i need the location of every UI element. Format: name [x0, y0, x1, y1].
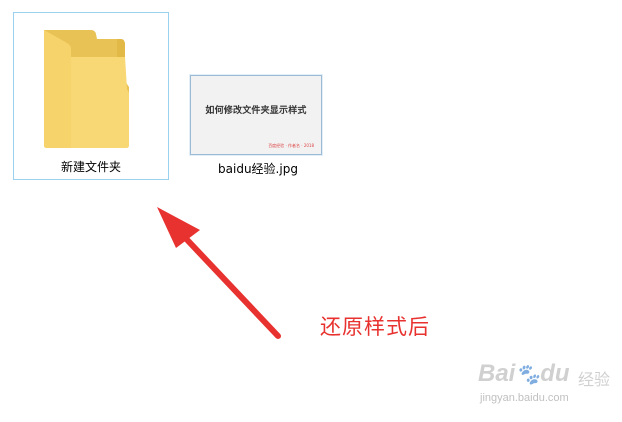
baidu-watermark: Bai🐾du 经验 jingyan.baidu.com	[478, 356, 618, 416]
annotation-text: 还原样式后	[320, 315, 430, 339]
watermark-url: jingyan.baidu.com	[480, 392, 569, 404]
watermark-sub: 经验	[578, 370, 611, 389]
watermark-logo: Bai🐾du	[478, 360, 570, 387]
